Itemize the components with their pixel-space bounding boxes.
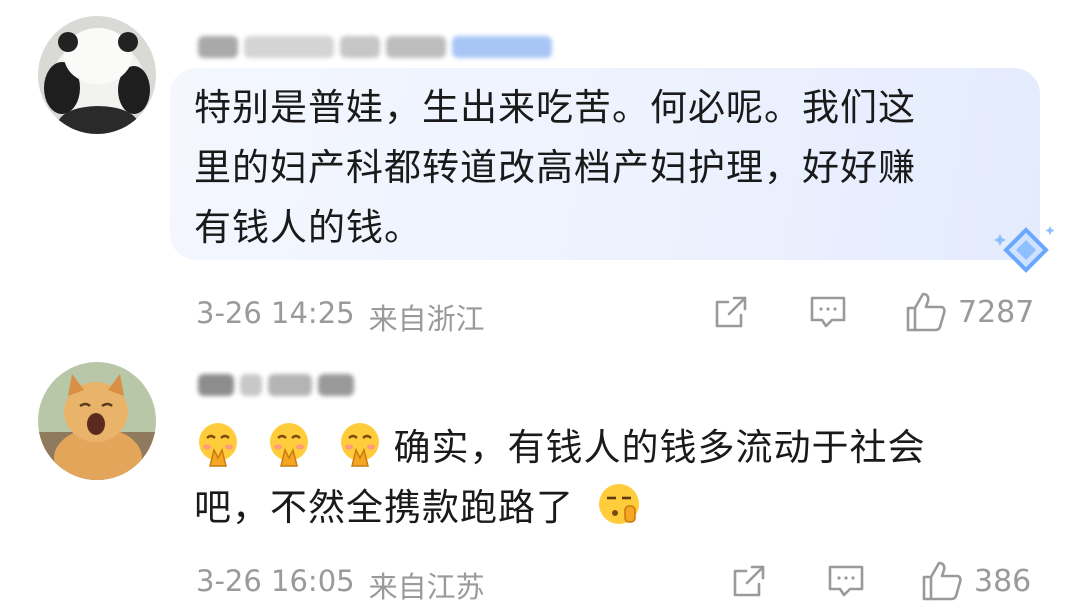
thumbs-up-icon — [922, 561, 962, 601]
reply-button[interactable] — [808, 293, 848, 331]
thumbs-up-icon — [906, 292, 946, 332]
comment-meta: 3-26 14:25 来自浙江 — [196, 296, 485, 338]
diamond-badge-icon — [994, 226, 1055, 273]
like-count: 7287 — [958, 294, 1035, 330]
like-count: 386 — [974, 563, 1032, 599]
share-icon — [715, 296, 747, 328]
comment-text: 特别是普娃，生出来吃苦。何必呢。我们这 里的妇产科都转道改高档产妇护理，好好赚 … — [194, 78, 1014, 258]
username-redacted[interactable] — [198, 32, 552, 62]
comment-date: 3-26 16:05 — [196, 564, 355, 598]
comment-text: 确实，有钱人的钱多流动于社会 吧，不然全携款跑路了 — [194, 418, 984, 538]
shush-emoji-icon — [598, 484, 639, 524]
cat-avatar-icon[interactable] — [38, 362, 156, 480]
comment-text-line: 有钱人的钱。 — [194, 206, 422, 249]
share-icon — [733, 565, 765, 597]
comment-location: 来自江苏 — [368, 570, 485, 604]
share-button[interactable] — [730, 562, 768, 600]
comment-text-line: 吧，不然全携款跑路了 — [194, 478, 984, 538]
comment-date: 3-26 14:25 — [196, 296, 355, 330]
reply-icon — [828, 565, 864, 597]
comment-text-segment: 吧，不然全携款跑路了 — [194, 486, 574, 529]
comment-item: 确实，有钱人的钱多流动于社会 吧，不然全携款跑路了 3-26 16:05 来自江… — [0, 340, 1080, 615]
pray-emoji-icon — [269, 423, 308, 467]
comment-text-segment: 确实，有钱人的钱多流动于社会 — [393, 426, 926, 469]
comment-item: 特别是普娃，生出来吃苦。何必呢。我们这 里的妇产科都转道改高档产妇护理，好好赚 … — [0, 0, 1080, 340]
comment-meta: 3-26 16:05 来自江苏 — [196, 564, 485, 606]
like-button[interactable]: 386 — [920, 559, 1031, 603]
pray-emoji-icon — [199, 423, 237, 467]
panda-avatar-icon[interactable] — [38, 16, 156, 134]
comment-text-line: 特别是普娃，生出来吃苦。何必呢。我们这 — [194, 86, 916, 129]
reply-button[interactable] — [826, 562, 866, 600]
comment-text-line: 里的妇产科都转道改高档产妇护理，好好赚 — [194, 146, 916, 189]
comment-location: 来自浙江 — [368, 302, 485, 336]
pray-emoji-icon — [340, 423, 379, 467]
username-redacted[interactable] — [198, 370, 354, 400]
comment-text-line: 确实，有钱人的钱多流动于社会 — [194, 418, 984, 478]
reply-icon — [810, 296, 846, 328]
like-button[interactable]: 7287 — [904, 290, 1034, 334]
share-button[interactable] — [712, 293, 750, 331]
